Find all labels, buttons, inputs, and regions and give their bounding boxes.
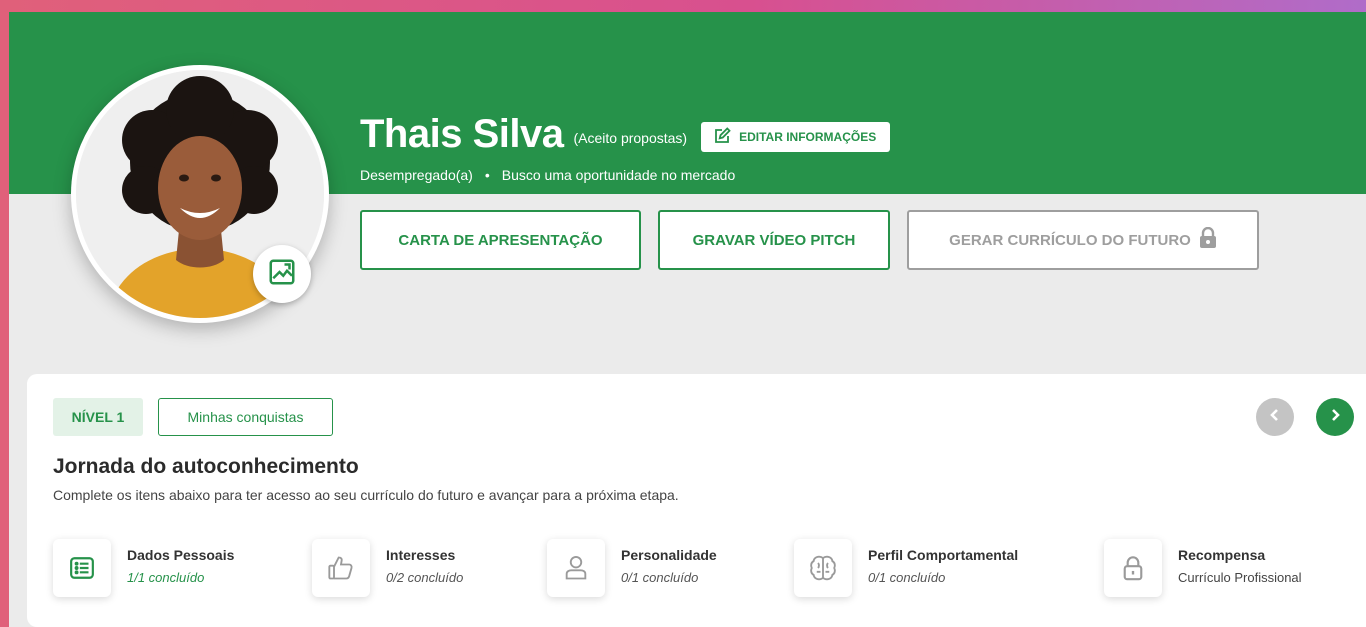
- profile-name: Thais Silva: [360, 112, 564, 156]
- previous-button[interactable]: [1256, 398, 1294, 436]
- profile-actions: CARTA DE APRESENTAÇÃO GRAVAR VÍDEO PITCH…: [360, 210, 1259, 270]
- lock-icon: [1104, 539, 1162, 597]
- step-title: Interesses: [386, 547, 456, 563]
- step-status: Currículo Profissional: [1178, 570, 1302, 585]
- step-title: Perfil Comportamental: [868, 547, 1019, 563]
- step-reward[interactable]: Recompensa Currículo Profissional: [1104, 539, 1302, 597]
- separator-dot: •: [484, 167, 490, 183]
- video-pitch-button[interactable]: GRAVAR VÍDEO PITCH: [658, 210, 890, 270]
- cover-letter-button[interactable]: CARTA DE APRESENTAÇÃO: [360, 210, 641, 270]
- step-behavioral-profile[interactable]: Perfil Comportamental 0/1 concluído: [794, 539, 1018, 597]
- availability-label: (Aceito propostas): [573, 130, 688, 146]
- brain-icon: [794, 539, 852, 597]
- list-icon: [53, 539, 111, 597]
- step-status: 0/1 concluído: [868, 570, 946, 585]
- image-icon: [267, 257, 297, 292]
- change-photo-button[interactable]: [253, 245, 311, 303]
- next-button[interactable]: [1316, 398, 1354, 436]
- step-title: Personalidade: [621, 547, 717, 563]
- future-resume-button[interactable]: GERAR CURRÍCULO DO FUTURO: [907, 210, 1259, 270]
- future-resume-label: GERAR CURRÍCULO DO FUTURO: [949, 231, 1191, 249]
- journey-title: Jornada do autoconhecimento: [53, 455, 359, 478]
- step-status: 0/1 concluído: [621, 570, 699, 585]
- lock-icon: [1191, 226, 1217, 253]
- thumbs-up-icon: [312, 539, 370, 597]
- user-icon: [547, 539, 605, 597]
- edit-info-button[interactable]: EDITAR INFORMAÇÕES: [701, 122, 891, 152]
- career-goal: Busco uma oportunidade no mercado: [501, 167, 736, 183]
- step-title: Dados Pessoais: [127, 547, 235, 563]
- step-interests[interactable]: Interesses 0/2 concluído: [312, 539, 463, 597]
- step-status: 1/1 concluído: [127, 570, 205, 585]
- profile-subtitle: Desempregado(a) • Busco uma oportunidade…: [360, 167, 735, 183]
- step-personal-data[interactable]: Dados Pessoais 1/1 concluído: [53, 539, 234, 597]
- profile-page: Thais Silva (Aceito propostas) EDITAR IN…: [9, 12, 1366, 627]
- step-personality[interactable]: Personalidade 0/1 concluído: [547, 539, 717, 597]
- step-title: Recompensa: [1178, 547, 1266, 563]
- profile-header: Thais Silva (Aceito propostas) EDITAR IN…: [360, 112, 891, 156]
- chevron-right-icon: [1328, 408, 1342, 427]
- step-status: 0/2 concluído: [386, 570, 464, 585]
- edit-icon: [713, 126, 739, 148]
- achievements-button[interactable]: Minhas conquistas: [158, 398, 333, 436]
- edit-info-label: EDITAR INFORMAÇÕES: [739, 130, 877, 144]
- journey-description: Complete os itens abaixo para ter acesso…: [53, 487, 679, 503]
- journey-steps: Dados Pessoais 1/1 concluído Interesses …: [27, 539, 1366, 609]
- journey-card: NÍVEL 1 Minhas conquistas Jornada do aut…: [27, 374, 1366, 627]
- chevron-left-icon: [1268, 408, 1282, 427]
- employment-status: Desempregado(a): [360, 167, 473, 183]
- level-badge: NÍVEL 1: [53, 398, 143, 436]
